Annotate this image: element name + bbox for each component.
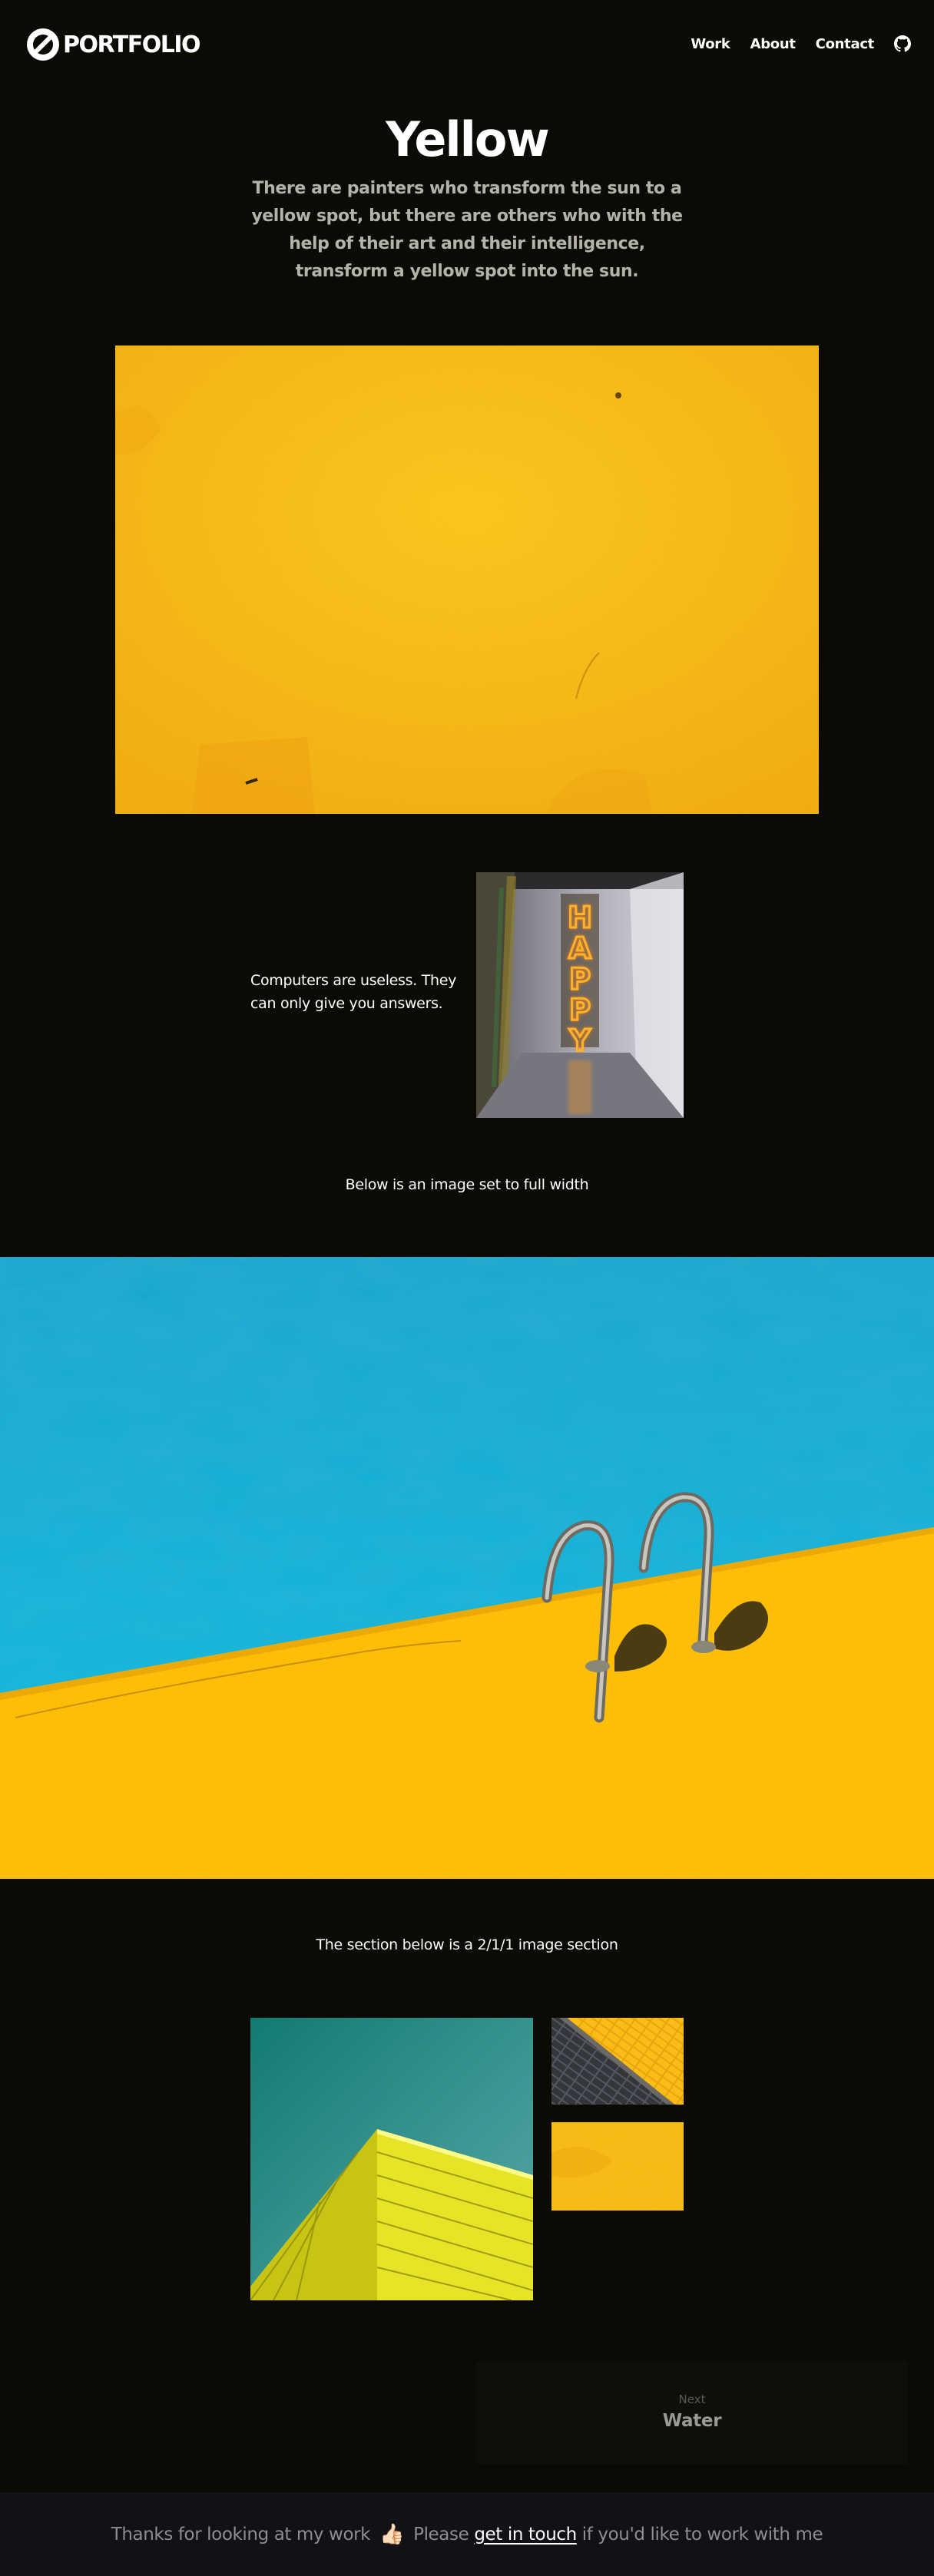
footer-closing-text: if you'd like to work with me <box>581 2524 823 2545</box>
neon-letter: H <box>568 901 592 934</box>
feature-quote: Computers are useless. They can only giv… <box>250 972 457 1012</box>
nav-link-work[interactable]: Work <box>691 36 730 52</box>
pool-ladder-image <box>0 1257 934 1879</box>
neon-letter: Y <box>568 1023 591 1057</box>
next-project-link[interactable]: Next Water <box>476 2362 908 2465</box>
intro-lead: There are painters who transform the sun… <box>251 179 683 281</box>
logo-icon <box>27 28 59 61</box>
yellow-sidewalk-image <box>551 2018 684 2105</box>
next-project-title: Water <box>662 2411 722 2431</box>
main-nav: Work About Contact <box>671 35 911 52</box>
yellow-texture-image <box>551 2122 684 2211</box>
brand-name: PORTFOLIO <box>63 31 200 58</box>
nav-link-contact[interactable]: Contact <box>816 36 875 52</box>
site-header: PORTFOLIO Work About Contact <box>0 0 934 91</box>
neon-letter: P <box>569 993 591 1027</box>
yellow-building-image <box>250 2018 533 2300</box>
footer-thanks-text: Thanks for looking at my work <box>111 2524 371 2545</box>
neon-letter: P <box>569 962 591 996</box>
caption-full-width: Below is an image set to full width <box>345 1176 589 1193</box>
nav-link-about[interactable]: About <box>750 36 796 52</box>
site-footer: Thanks for looking at my work 👍🏻 Please … <box>0 2492 934 2576</box>
thumbs-up-icon: 👍🏻 <box>379 2522 405 2546</box>
next-label: Next <box>678 2392 706 2406</box>
caption-grid: The section below is a 2/1/1 image secti… <box>316 1936 618 1953</box>
get-in-touch-link[interactable]: get in touch <box>474 2525 577 2545</box>
page: PORTFOLIO Work About Contact Yellow Ther… <box>0 0 934 2576</box>
yellow-wall-image <box>115 346 819 814</box>
logo-link[interactable]: PORTFOLIO <box>26 28 200 61</box>
page-title: Yellow <box>386 111 550 167</box>
footer-please-text: Please <box>413 2524 469 2545</box>
github-icon[interactable] <box>894 35 911 52</box>
neon-letter: A <box>568 931 591 965</box>
neon-sign-image: HAPPY H A P P Y <box>476 872 684 1118</box>
